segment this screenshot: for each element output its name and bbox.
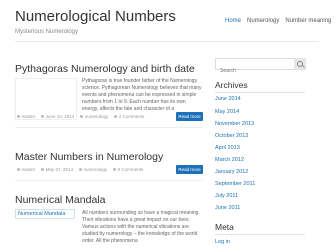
post-comments[interactable]: 2 Comments [119, 114, 145, 119]
post-excerpt: Pythagoras is true founder father of the… [82, 78, 202, 112]
nav-item-numerology[interactable]: Numerology [244, 18, 282, 24]
nav-item-home[interactable]: Home [222, 18, 244, 24]
post-author[interactable]: master [22, 114, 36, 119]
comment-icon [114, 115, 118, 118]
archive-item[interactable]: July 2011 [215, 193, 238, 199]
archive-item[interactable]: March 2012 [215, 157, 244, 163]
post-meta: master June 10, 2014 numerology 2 Commen… [17, 114, 144, 119]
read-more-button[interactable]: Read more [176, 112, 203, 121]
post-separator [15, 180, 203, 181]
post-excerpt: All numbers surrounding us have a magica… [82, 210, 200, 244]
site-title[interactable]: Numerological Numbers [15, 8, 176, 25]
comment-icon [113, 168, 117, 171]
nav-item-number-meaning[interactable]: Number meaning [282, 18, 334, 24]
main-nav: Home Numerology Number meaning [222, 18, 334, 24]
meta-item-login[interactable]: Log in [215, 239, 230, 245]
post-title[interactable]: Master Numbers in Numerology [15, 151, 163, 163]
post-category[interactable]: numerology [85, 114, 109, 119]
search-icon[interactable] [294, 58, 306, 70]
archive-item[interactable]: June 2014 [215, 96, 241, 102]
search-input[interactable] [216, 66, 290, 76]
post-date[interactable]: May 27, 2014 [46, 167, 73, 172]
archive-item[interactable]: June 2011 [215, 205, 240, 211]
archive-item[interactable]: January 2012 [215, 169, 248, 175]
search-form [215, 58, 306, 76]
archive-item[interactable]: September 2011 [215, 181, 255, 187]
post-date[interactable]: June 10, 2014 [46, 114, 75, 119]
site-description: Mysterious Numerology [15, 29, 79, 35]
author-icon [17, 115, 20, 118]
header-divider [15, 41, 319, 42]
archive-item[interactable]: May 2014 [215, 109, 239, 115]
archives-title: Archives [215, 80, 248, 90]
widget-divider [215, 234, 305, 235]
widget-divider [215, 92, 305, 93]
meta-title: Meta [215, 222, 234, 232]
post-meta: master May 27, 2014 numerology 0 Comment… [17, 167, 143, 172]
post-title[interactable]: Numerical Mandala [15, 194, 105, 206]
folder-icon [80, 115, 84, 118]
post-image-link[interactable]: Numerical Mandala [15, 209, 75, 219]
archive-item[interactable]: November 2013 [215, 121, 254, 127]
post-comments[interactable]: 0 Comments [118, 167, 144, 172]
post-category[interactable]: numerology [84, 167, 108, 172]
post-title[interactable]: Pythagoras Numerology and birth date [15, 63, 195, 75]
folder-icon [79, 168, 83, 171]
calendar-icon [41, 115, 45, 118]
calendar-icon [41, 168, 45, 171]
post-separator [15, 127, 203, 128]
author-icon [17, 168, 20, 171]
read-more-button[interactable]: Read more [176, 165, 203, 174]
archive-item[interactable]: April 2013 [215, 145, 240, 151]
post-author[interactable]: master [22, 167, 36, 172]
archive-item[interactable]: October 2013 [215, 133, 248, 139]
